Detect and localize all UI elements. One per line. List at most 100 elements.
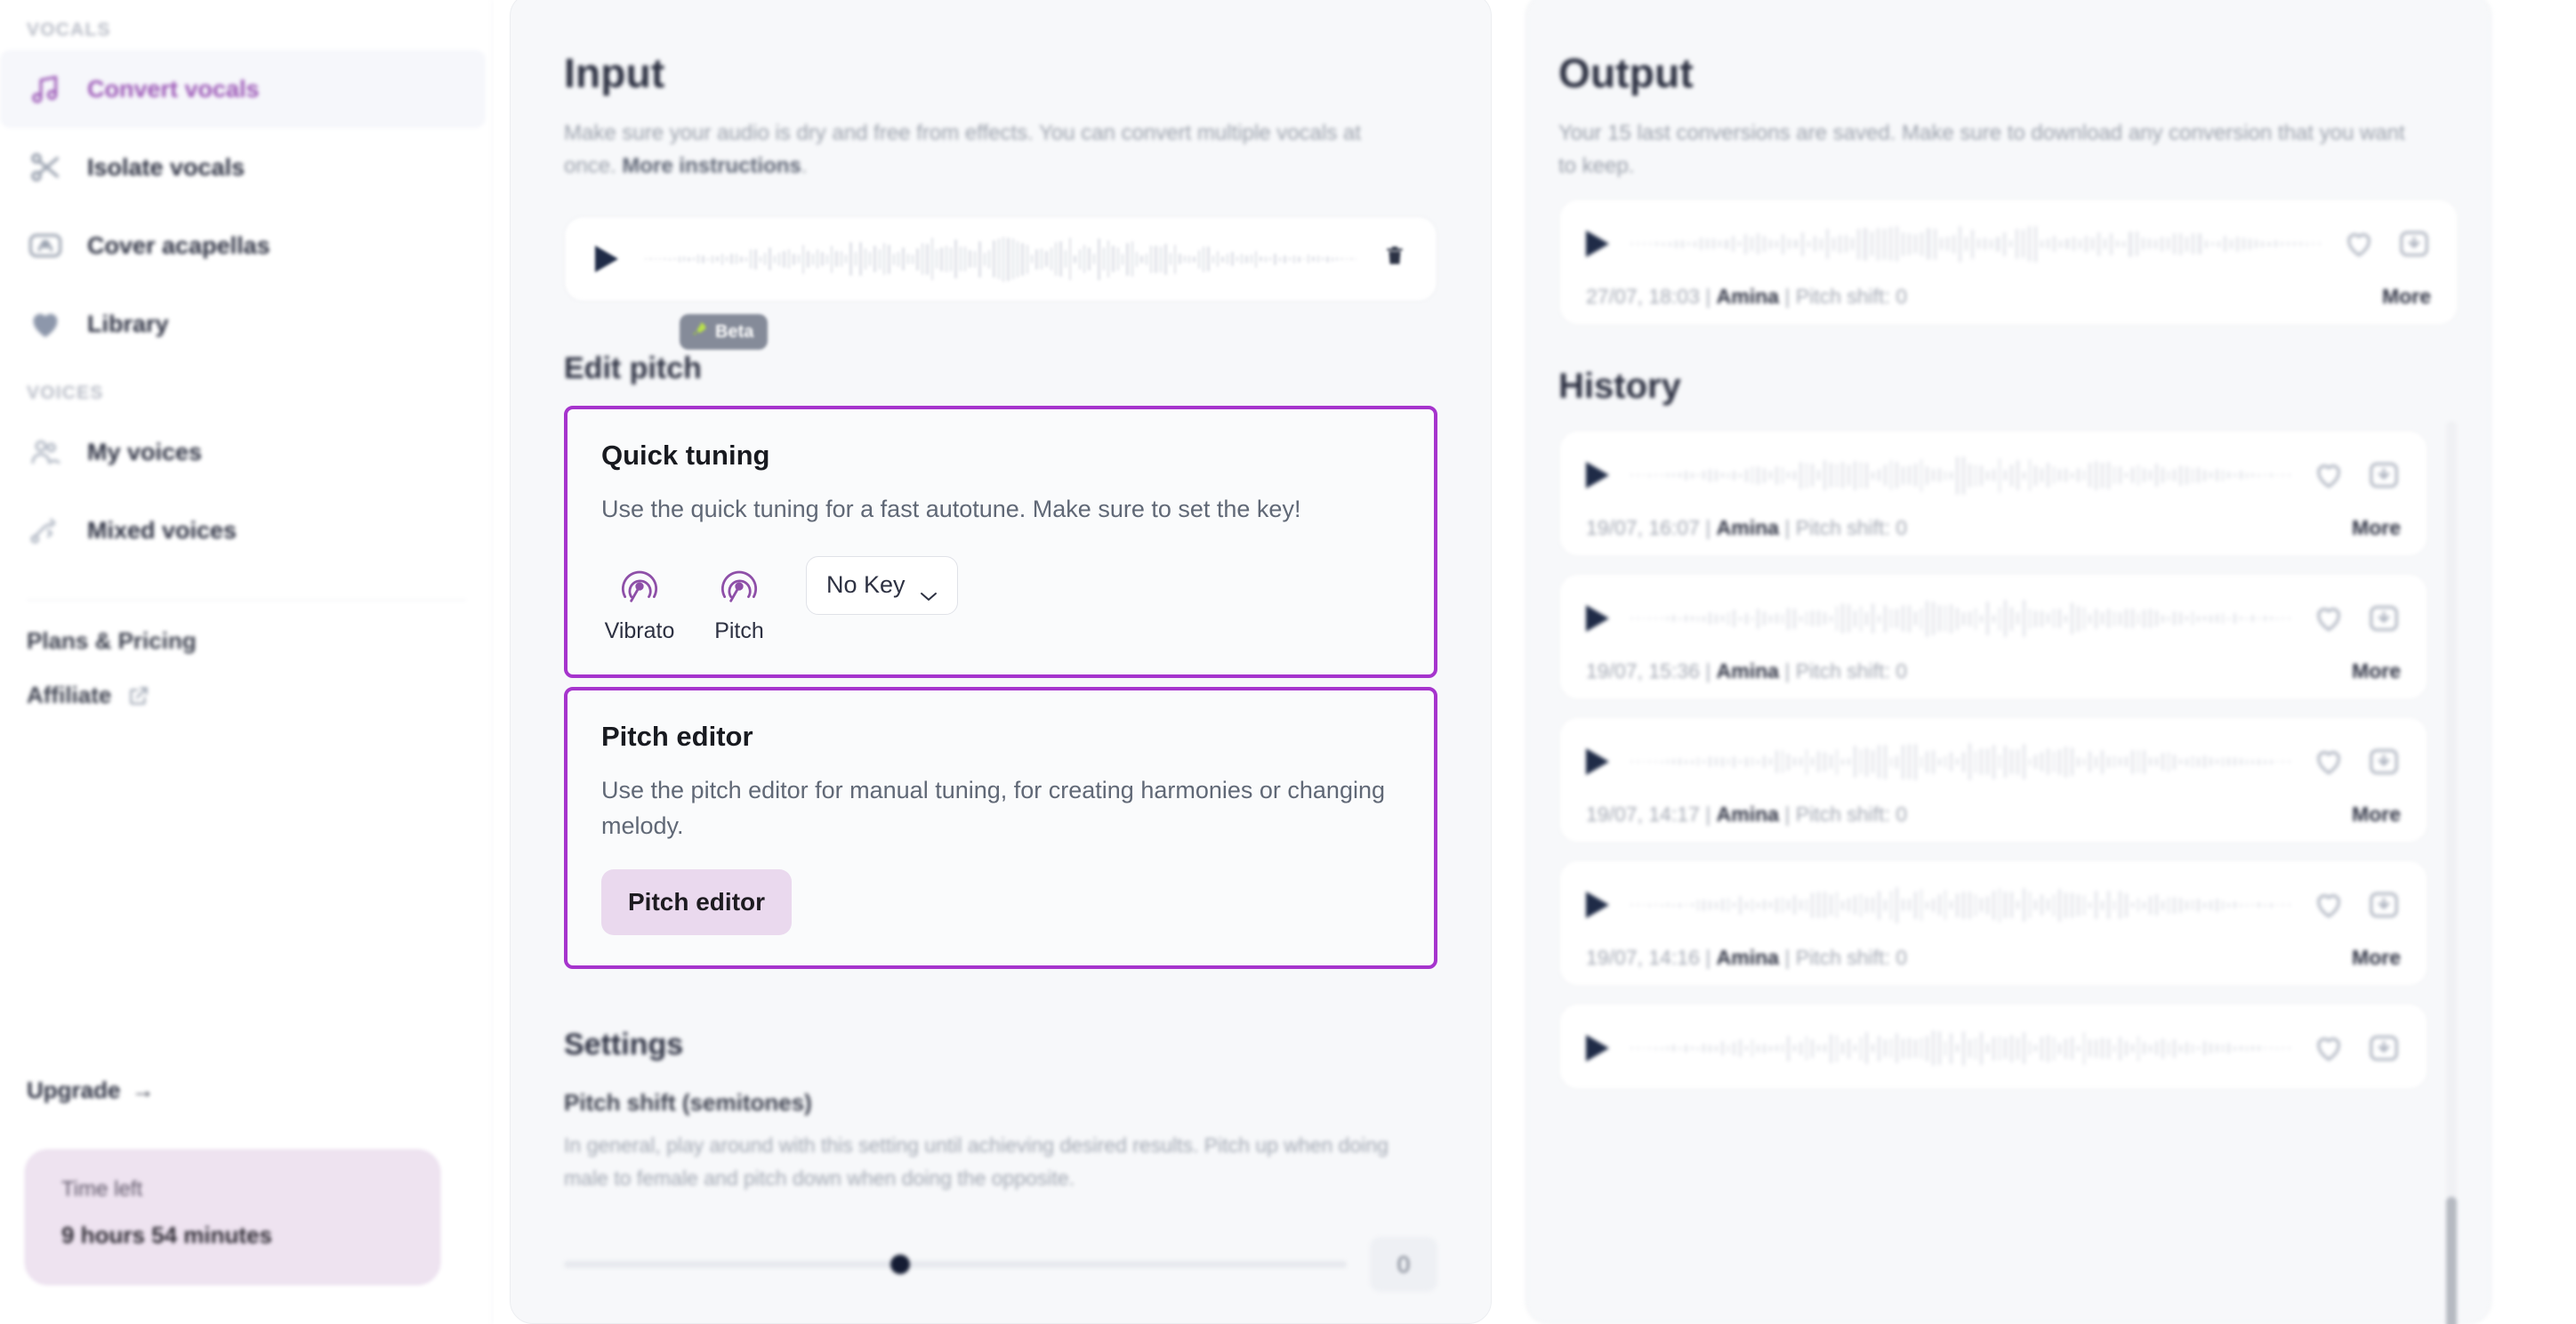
beta-badge: Beta xyxy=(680,314,769,351)
slider-thumb[interactable] xyxy=(890,1255,911,1275)
upgrade-label: Upgrade xyxy=(27,1077,121,1103)
meta-pitch: Pitch shift: 0 xyxy=(1795,516,1908,540)
heart-icon[interactable] xyxy=(2312,458,2346,492)
sidebar-item-my-voices[interactable]: My voices xyxy=(0,413,486,491)
history-waveform[interactable] xyxy=(1630,453,2290,497)
heart-icon[interactable] xyxy=(2342,227,2376,261)
history-item-player[interactable] xyxy=(1586,1023,2401,1073)
heart-icon[interactable] xyxy=(2312,745,2346,779)
sidebar-link-label: Plans & Pricing xyxy=(27,627,197,654)
output-title: Output xyxy=(1558,50,1694,96)
play-icon[interactable] xyxy=(1586,748,1609,776)
vibrato-knob-label: Vibrato xyxy=(604,618,675,643)
heart-icon[interactable] xyxy=(2312,1031,2346,1065)
edit-pitch-title: Edit pitch xyxy=(564,351,702,386)
latest-conversion-player[interactable] xyxy=(1586,219,2431,269)
meta-date: 19/07, 16:07 xyxy=(1586,516,1700,540)
download-icon[interactable] xyxy=(2367,888,2401,922)
sidebar-item-convert-vocals[interactable]: Convert vocals xyxy=(0,50,486,128)
history-scrollbar-track[interactable] xyxy=(2446,421,2457,1324)
history-item[interactable]: 19/07, 14:17 | Amina | Pitch shift: 0 Mor… xyxy=(1558,716,2428,844)
download-icon[interactable] xyxy=(2367,458,2401,492)
output-waveform[interactable] xyxy=(1630,222,2321,266)
sidebar-link-plans-pricing[interactable]: Plans & Pricing xyxy=(0,601,493,655)
sidebar-item-mixed-voices[interactable]: Mixed voices xyxy=(0,491,486,569)
history-item-player[interactable] xyxy=(1586,450,2401,500)
latest-conversion-card[interactable]: 27/07, 18:03 | Amina | Pitch shift: 0 Mo… xyxy=(1558,198,2459,327)
pitch-editor-button[interactable]: Pitch editor xyxy=(601,868,793,935)
download-icon[interactable] xyxy=(2397,227,2431,261)
sidebar-item-label: Library xyxy=(87,310,169,337)
history-item-player[interactable] xyxy=(1586,593,2401,643)
settings-title: Settings xyxy=(564,1027,684,1062)
sidebar-item-cover-acapellas[interactable]: Cover acapellas xyxy=(0,206,486,285)
download-icon[interactable] xyxy=(2367,601,2401,635)
sidebar-link-affiliate[interactable]: Affiliate xyxy=(0,655,493,709)
download-icon[interactable] xyxy=(2367,1031,2401,1065)
sidebar-item-library[interactable]: Library xyxy=(0,285,486,363)
meta-voice: Amina xyxy=(1716,946,1779,970)
meta-pitch: Pitch shift: 0 xyxy=(1795,803,1908,827)
pitch-knob[interactable]: Pitch xyxy=(701,554,777,644)
people-icon xyxy=(27,433,64,471)
more-instructions-link[interactable]: More instructions xyxy=(622,154,801,178)
play-icon[interactable] xyxy=(1586,462,1609,489)
play-icon[interactable] xyxy=(595,246,618,273)
key-select[interactable]: No Key xyxy=(806,555,958,615)
quick-tuning-title: Quick tuning xyxy=(601,440,770,472)
headphones-icon xyxy=(27,227,64,264)
play-icon[interactable] xyxy=(1586,230,1609,258)
history-title: History xyxy=(1558,367,1681,407)
rocket-icon xyxy=(690,320,708,343)
more-button[interactable]: More xyxy=(2352,803,2401,827)
more-button[interactable]: More xyxy=(2352,659,2401,683)
meta-voice: Amina xyxy=(1716,516,1779,540)
heart-icon[interactable] xyxy=(2312,601,2346,635)
history-item-meta: 19/07, 15:36 | Amina | Pitch shift: 0 Mor… xyxy=(1586,659,2401,683)
sidebar: VOCALS Convert vocals Isolate vocals Cov… xyxy=(0,0,494,1324)
download-icon[interactable] xyxy=(2367,745,2401,779)
history-waveform[interactable] xyxy=(1630,883,2290,927)
meta-text: 19/07, 15:36 | Amina | Pitch shift: 0 xyxy=(1586,659,1908,683)
sidebar-group-label-voices: VOICES xyxy=(27,383,104,403)
sidebar-item-isolate-vocals[interactable]: Isolate vocals xyxy=(0,128,486,206)
delete-icon[interactable] xyxy=(1383,244,1406,274)
upgrade-button[interactable]: Upgrade → xyxy=(27,1077,154,1104)
pitch-shift-slider[interactable] xyxy=(564,1255,1347,1275)
history-waveform[interactable] xyxy=(1630,1026,2290,1070)
vibrato-knob[interactable]: Vibrato xyxy=(601,554,678,644)
meta-date: 19/07, 14:17 xyxy=(1586,803,1700,827)
edit-pitch-section: Beta Edit pitch xyxy=(564,314,1437,386)
input-description-end: . xyxy=(801,154,808,179)
history-item-meta: 19/07, 14:17 | Amina | Pitch shift: 0 Mor… xyxy=(1586,803,2401,827)
heart-icon[interactable] xyxy=(2312,888,2346,922)
meta-voice: Amina xyxy=(1716,285,1779,309)
play-icon[interactable] xyxy=(1586,892,1609,919)
settings-section: Settings Pitch shift (semitones) In gene… xyxy=(564,1028,1437,1293)
pitch-shift-value[interactable]: 0 xyxy=(1370,1237,1437,1293)
history-item-player[interactable] xyxy=(1586,880,2401,930)
history-item[interactable]: 19/07, 14:16 | Amina | Pitch shift: 0 Mor… xyxy=(1558,860,2428,988)
history-waveform[interactable] xyxy=(1630,739,2290,784)
history-item[interactable]: 19/07, 16:07 | Amina | Pitch shift: 0 Mor… xyxy=(1558,430,2428,558)
history-item-player[interactable] xyxy=(1586,737,2401,787)
history-item[interactable]: 19/07, 15:36 | Amina | Pitch shift: 0 Mor… xyxy=(1558,573,2428,701)
pitch-shift-label: Pitch shift (semitones) xyxy=(564,1088,812,1116)
voice-mix-icon xyxy=(27,512,64,549)
more-button[interactable]: More xyxy=(2352,946,2401,970)
more-button[interactable]: More xyxy=(2382,285,2431,309)
sidebar-group-voices: VOICES My voices Mixed voices xyxy=(0,363,493,569)
pitch-editor-card[interactable]: Pitch editor Use the pitch editor for ma… xyxy=(564,686,1437,969)
quick-tuning-card[interactable]: Quick tuning Use the quick tuning for a … xyxy=(564,406,1437,678)
more-button[interactable]: More xyxy=(2352,516,2401,540)
input-waveform[interactable] xyxy=(645,234,1356,284)
input-audio-player[interactable] xyxy=(564,216,1437,303)
history-waveform[interactable] xyxy=(1630,596,2290,641)
play-icon[interactable] xyxy=(1586,1035,1609,1062)
history-scroll-region[interactable]: 19/07, 16:07 | Amina | Pitch shift: 0 Mor… xyxy=(1558,414,2459,1324)
meta-text: 19/07, 16:07 | Amina | Pitch shift: 0 xyxy=(1586,516,1908,540)
history-item[interactable] xyxy=(1558,1003,2428,1091)
sidebar-item-label: Convert vocals xyxy=(87,75,260,102)
history-scrollbar-thumb[interactable] xyxy=(2446,1197,2457,1324)
play-icon[interactable] xyxy=(1586,605,1609,633)
